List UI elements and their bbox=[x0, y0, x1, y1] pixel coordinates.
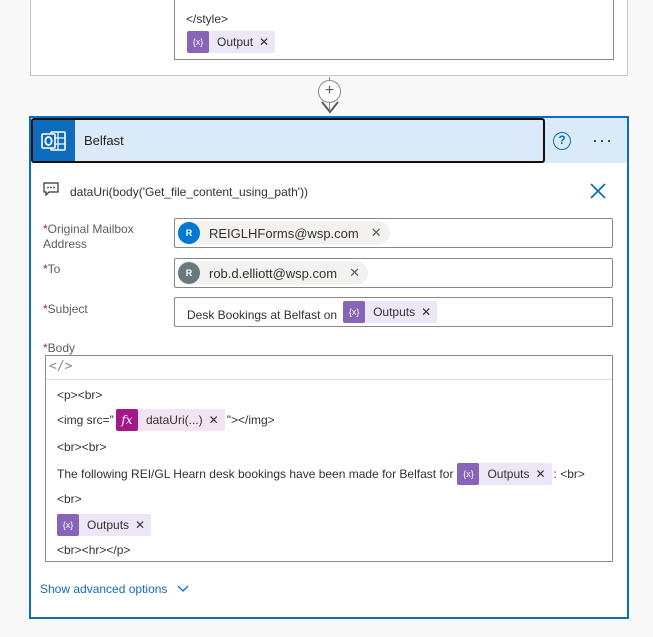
variable-icon: {x} bbox=[187, 31, 209, 53]
remove-token-icon[interactable]: ✕ bbox=[421, 305, 437, 319]
chevron-down-icon bbox=[177, 585, 189, 592]
subject-prefix: Desk Bookings at Belfast on bbox=[187, 308, 338, 322]
to-persona[interactable]: R rob.d.elliott@wsp.com ✕ bbox=[177, 261, 368, 285]
show-advanced-options-link[interactable]: Show advanced options bbox=[40, 582, 189, 596]
body-line: {x} Outputs ✕ bbox=[57, 513, 152, 537]
to-label: *To bbox=[43, 262, 61, 276]
body-line: The following REI/GL Hearn desk bookings… bbox=[57, 462, 585, 486]
style-close-tag: </style> bbox=[186, 12, 229, 26]
remove-token-icon[interactable]: ✕ bbox=[259, 35, 275, 49]
comment-icon[interactable] bbox=[43, 182, 59, 196]
avatar: R bbox=[178, 222, 200, 244]
body-label: *Body bbox=[43, 341, 76, 355]
close-icon[interactable] bbox=[588, 181, 608, 201]
subject-content: Desk Bookings at Belfast on {x} Outputs … bbox=[187, 300, 438, 324]
help-icon[interactable]: ? bbox=[553, 132, 571, 150]
mailbox-label: *Original Mailbox Address bbox=[43, 222, 134, 251]
body-line: <p><br> bbox=[57, 388, 103, 402]
to-value: rob.d.elliott@wsp.com bbox=[209, 265, 338, 281]
remove-recipient-icon[interactable]: ✕ bbox=[349, 265, 360, 281]
mailbox-persona[interactable]: R REIGLHForms@wsp.com ✕ bbox=[177, 221, 390, 245]
remove-recipient-icon[interactable]: ✕ bbox=[371, 225, 382, 241]
variable-icon: {x} bbox=[57, 514, 79, 536]
output-token[interactable]: {x} Output ✕ bbox=[187, 31, 276, 53]
variable-icon: {x} bbox=[343, 301, 366, 323]
body-line: <br> bbox=[57, 492, 82, 506]
remove-token-icon[interactable]: ✕ bbox=[209, 413, 225, 427]
outputs-token[interactable]: {x} Outputs ✕ bbox=[457, 463, 552, 485]
body-line: <br><hr></p> bbox=[57, 543, 131, 557]
outputs-token[interactable]: {x} Outputs ✕ bbox=[343, 301, 438, 323]
down-arrow-icon bbox=[321, 101, 339, 114]
variable-icon: {x} bbox=[457, 463, 480, 485]
card-title[interactable]: Belfast bbox=[84, 133, 124, 148]
remove-token-icon[interactable]: ✕ bbox=[135, 518, 151, 532]
body-toolbar bbox=[46, 356, 612, 380]
body-line: <br><br> bbox=[57, 440, 107, 454]
function-icon: fx bbox=[115, 409, 138, 431]
avatar: R bbox=[178, 262, 200, 284]
code-view-icon[interactable]: </> bbox=[49, 359, 72, 374]
outlook-icon bbox=[33, 120, 75, 161]
outputs-token[interactable]: {x} Outputs ✕ bbox=[57, 514, 152, 536]
mailbox-value: REIGLHForms@wsp.com bbox=[209, 225, 359, 241]
datauri-token[interactable]: fx dataUri(...) ✕ bbox=[115, 409, 225, 431]
output-token-label: Output bbox=[217, 35, 254, 49]
body-line: <img src=" fx dataUri(...) ✕ "></img> bbox=[57, 408, 275, 432]
comment-text[interactable]: dataUri(body('Get_file_content_using_pat… bbox=[70, 185, 308, 199]
remove-token-icon[interactable]: ✕ bbox=[535, 467, 551, 481]
more-options-icon[interactable]: ··· bbox=[592, 130, 613, 151]
subject-label: *Subject bbox=[43, 302, 88, 316]
